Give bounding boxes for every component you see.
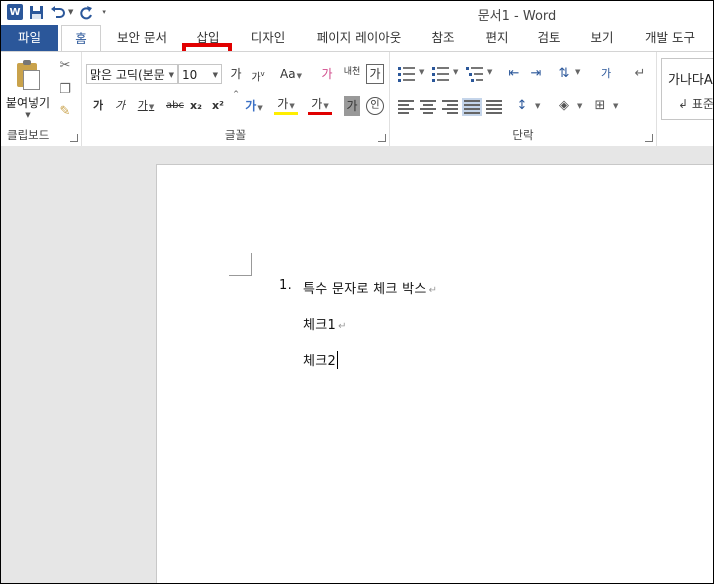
tab-layout[interactable]: 페이지 레이아웃 (307, 25, 411, 51)
tab-view[interactable]: 보기 (581, 25, 623, 51)
doc-line-3-text: 체크2 (303, 354, 337, 369)
doc-line-1-text: 특수 문자로 체크 박스 (303, 282, 427, 297)
underline-button[interactable]: 가▼ (134, 96, 158, 116)
superscript-button[interactable]: x² (210, 96, 226, 116)
font-size-value: 10 (182, 68, 198, 82)
tab-developer[interactable]: 개발 도구 (635, 25, 705, 51)
align-right-icon[interactable] (442, 100, 458, 114)
paste-label: 붙여넣기 (5, 96, 51, 110)
cut-icon[interactable]: ✂ (57, 58, 73, 74)
line-spacing-dropdown-icon[interactable]: ▼ (535, 102, 540, 110)
doc-line-2[interactable]: 체크1 ↵ (303, 314, 347, 333)
tab-design[interactable]: 디자인 (241, 25, 295, 51)
clipboard-group-label: 클립보드 (7, 128, 50, 142)
shading-icon[interactable]: ◈ (556, 98, 572, 114)
font-size-dropdown-icon: ▼ (212, 71, 218, 79)
copy-icon[interactable]: ❐ (57, 82, 73, 98)
tab-mailings[interactable]: 편지 (477, 25, 517, 51)
styles-gallery[interactable]: 가나다A ↲ 표준 (661, 58, 714, 120)
paragraph-mark: ↵ (428, 285, 438, 296)
word-window: W ▼ ▾ 문서1 - Word 파일 홈 보안 문서 삽입 디자인 페이지 레… (0, 0, 714, 584)
ribbon: 붙여넣기 ▼ ✂ ❐ ✎ 클립보드 맑은 고딕(본문 ▼ 10 ▼ 가^ 가v Aa… (1, 51, 713, 147)
window-title: 문서1 - Word (477, 9, 557, 24)
font-name-dropdown-icon: ▼ (168, 71, 174, 79)
grow-font-button[interactable]: 가^ (228, 64, 244, 98)
font-group: 맑은 고딕(본문 ▼ 10 ▼ 가^ 가v Aa▼ 가 내천 가 가 가 가▼ ab… (82, 52, 390, 146)
asian-layout-icon[interactable]: 가 (598, 66, 614, 82)
tab-home[interactable]: 홈 (61, 25, 101, 53)
format-painter-icon[interactable]: ✎ (57, 104, 73, 120)
font-name-value: 맑은 고딕(본문 (90, 68, 165, 82)
sort-icon[interactable]: ⇅ (556, 66, 572, 82)
doc-line-2-text: 체크1 (303, 318, 337, 333)
font-size-select[interactable]: 10 ▼ (178, 64, 222, 84)
numbering-dropdown-icon[interactable]: ▼ (453, 68, 458, 76)
font-color-button[interactable]: 가▼ (308, 96, 332, 115)
paragraph-mark: ↵ (338, 321, 347, 332)
paragraph-group: ▼ ▼ ▼ ⇤ ⇥ ⇅ ▼ 가 ↵ ↕ ▼ ◈ ▼ ⊞ ▼ 단락 (390, 52, 657, 146)
tab-review[interactable]: 검토 (529, 25, 569, 51)
text-caret (337, 351, 339, 369)
style-sample-text: 가나다A (668, 73, 713, 88)
font-group-label: 글꼴 (224, 128, 247, 142)
multilevel-dropdown-icon[interactable]: ▼ (487, 68, 492, 76)
paste-icon (15, 60, 41, 90)
text-effect-button[interactable]: 가▼ (242, 96, 266, 116)
list-number: 1. (279, 278, 293, 293)
italic-button[interactable]: 가 (112, 96, 128, 116)
sort-dropdown-icon[interactable]: ▼ (575, 68, 580, 76)
font-name-select[interactable]: 맑은 고딕(본문 ▼ (86, 64, 178, 84)
clipboard-launcher-icon[interactable] (70, 134, 78, 142)
char-border-button[interactable]: 가 (366, 64, 384, 84)
bullets-icon[interactable] (398, 66, 416, 82)
highlight-button[interactable]: 가▼ (274, 96, 298, 115)
phonetic-guide-button[interactable]: 내천 (340, 62, 364, 82)
numbering-icon[interactable] (432, 66, 450, 82)
style-name-normal: ↲ 표준 (678, 97, 714, 111)
justify-icon[interactable] (462, 98, 482, 116)
ribbon-tabs: 파일 홈 보안 문서 삽입 디자인 페이지 레이아웃 참조 편지 검토 보기 개… (1, 25, 713, 79)
align-left-icon[interactable] (398, 100, 414, 114)
paragraph-group-label: 단락 (512, 128, 534, 142)
doc-line-1[interactable]: 특수 문자로 체크 박스 ↵ (303, 278, 437, 297)
strikethrough-button[interactable]: abc (164, 96, 186, 116)
align-center-icon[interactable] (420, 100, 436, 114)
document-page[interactable]: 1. 특수 문자로 체크 박스 ↵ 체크1 ↵ 체크2 (156, 164, 713, 583)
tab-file[interactable]: 파일 (1, 25, 58, 51)
decrease-indent-icon[interactable]: ⇤ (506, 66, 522, 82)
shrink-font-button[interactable]: 가v (250, 64, 266, 84)
doc-line-3[interactable]: 체크2 (303, 350, 339, 369)
title-bar: W ▼ ▾ 문서1 - Word (1, 1, 713, 25)
borders-dropdown-icon[interactable]: ▼ (613, 102, 618, 110)
bold-button[interactable]: 가 (90, 96, 106, 116)
paste-dropdown-icon: ▼ (25, 111, 31, 119)
line-spacing-icon[interactable]: ↕ (514, 98, 530, 114)
multilevel-list-icon[interactable] (466, 66, 484, 82)
tab-references[interactable]: 참조 (423, 25, 463, 51)
increase-indent-icon[interactable]: ⇥ (528, 66, 544, 82)
paragraph-launcher-icon[interactable] (645, 134, 653, 142)
char-shading-button[interactable]: 가 (344, 96, 360, 116)
clipboard-group: 붙여넣기 ▼ ✂ ❐ ✎ 클립보드 (1, 52, 82, 146)
paste-button[interactable]: 붙여넣기 ▼ (5, 60, 51, 119)
borders-icon[interactable]: ⊞ (592, 98, 608, 114)
change-case-button[interactable]: Aa▼ (278, 64, 304, 84)
margin-corner-mark (229, 253, 252, 276)
tab-insert[interactable]: 삽입 (187, 25, 229, 51)
shading-dropdown-icon[interactable]: ▼ (577, 102, 582, 110)
show-marks-icon[interactable]: ↵ (632, 66, 648, 82)
distributed-icon[interactable] (486, 100, 502, 114)
clear-format-button[interactable]: 가 (318, 64, 336, 84)
tab-security[interactable]: 보안 문서 (109, 25, 175, 51)
enclose-char-button[interactable]: 인 (366, 97, 384, 115)
font-launcher-icon[interactable] (378, 134, 386, 142)
subscript-button[interactable]: x₂ (188, 96, 204, 116)
bullets-dropdown-icon[interactable]: ▼ (419, 68, 424, 76)
document-workspace: 1. 특수 문자로 체크 박스 ↵ 체크1 ↵ 체크2 (1, 146, 713, 583)
